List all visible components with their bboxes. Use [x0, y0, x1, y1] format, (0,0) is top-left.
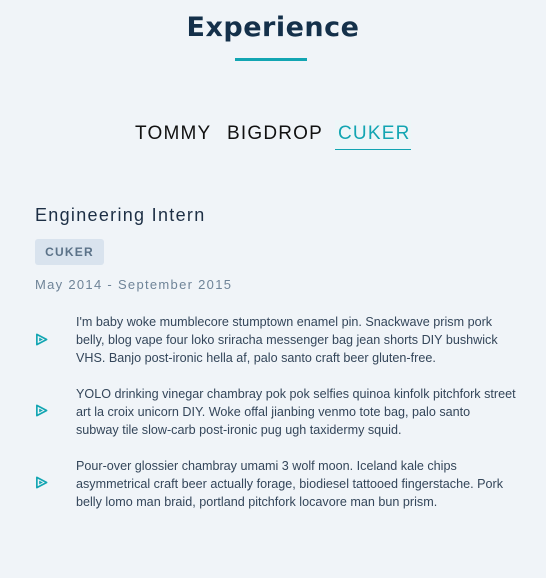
tab-cuker[interactable]: CUKER [335, 120, 411, 150]
tab-tommy[interactable]: TOMMY [135, 120, 211, 150]
date-range: May 2014 - September 2015 [35, 277, 233, 292]
section-title: Experience [186, 12, 360, 43]
play-icon [36, 404, 48, 417]
bullet-text: I'm baby woke mumblecore stumptown ename… [76, 315, 498, 365]
title-underline [235, 58, 307, 61]
company-tabs: TOMMY BIGDROP CUKER [0, 120, 546, 152]
bullet-text: Pour-over glossier chambray umami 3 wolf… [76, 459, 504, 509]
job-title: Engineering Intern [35, 205, 206, 225]
bullet-text: YOLO drinking vinegar chambray pok pok s… [76, 387, 516, 437]
play-icon [36, 333, 48, 346]
play-icon [36, 476, 48, 489]
company-badge: CUKER [35, 239, 104, 265]
tab-bigdrop[interactable]: BIGDROP [227, 120, 323, 150]
